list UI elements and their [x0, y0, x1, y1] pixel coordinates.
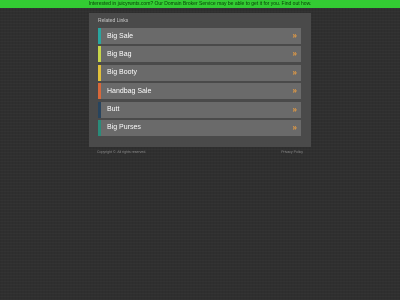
- link-label[interactable]: Big Bag: [107, 51, 132, 58]
- panel-title: Related Links: [98, 18, 129, 24]
- copyright-text: Copyright ©. All rights reserved.: [97, 150, 147, 154]
- related-link-big-booty[interactable]: Big Booty »: [98, 64, 301, 81]
- double-chevron-right-icon: »: [292, 49, 297, 59]
- related-link-big-sale[interactable]: Big Sale »: [98, 28, 301, 44]
- link-label[interactable]: Handbag Sale: [107, 88, 151, 95]
- privacy-policy-link[interactable]: Privacy Policy: [281, 150, 303, 155]
- related-links-list: Big Sale » Big Bag » Big Booty » Handbag…: [98, 28, 301, 138]
- related-links-panel: Related Links Big Sale » Big Bag » Big B…: [89, 13, 311, 147]
- link-label[interactable]: Big Purses: [107, 124, 141, 131]
- link-label[interactable]: Butt: [107, 106, 119, 113]
- double-chevron-right-icon: »: [292, 104, 297, 114]
- double-chevron-right-icon: »: [292, 122, 297, 132]
- related-link-big-purses[interactable]: Big Purses »: [98, 119, 301, 136]
- link-label[interactable]: Big Sale: [107, 33, 133, 40]
- double-chevron-right-icon: »: [292, 67, 297, 77]
- link-label[interactable]: Big Booty: [107, 69, 137, 76]
- domain-broker-banner[interactable]: Interested in juicyrwnts.com? Our Domain…: [0, 0, 400, 8]
- double-chevron-right-icon: »: [292, 31, 297, 40]
- banner-text[interactable]: Interested in juicyrwnts.com? Our Domain…: [89, 1, 312, 7]
- related-link-big-bag[interactable]: Big Bag »: [98, 46, 301, 63]
- double-chevron-right-icon: »: [292, 86, 297, 96]
- related-link-handbag-sale[interactable]: Handbag Sale »: [98, 83, 301, 100]
- related-link-butt[interactable]: Butt »: [98, 101, 301, 118]
